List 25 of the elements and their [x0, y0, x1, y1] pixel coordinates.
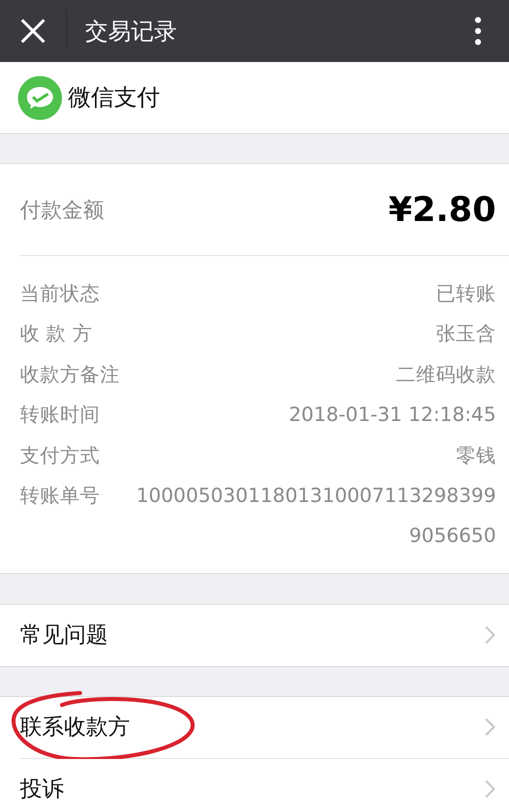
detail-value: 已转账 [436, 281, 496, 307]
detail-label: 转账时间 [20, 402, 100, 428]
detail-label: 当前状态 [20, 281, 100, 307]
wechat-pay-logo [18, 76, 62, 120]
close-icon[interactable] [20, 18, 46, 44]
chevron-right-icon [485, 718, 495, 736]
detail-value: 二维码收款 [396, 362, 496, 388]
more-icon[interactable] [474, 16, 482, 46]
chevron-right-icon [485, 626, 495, 644]
brand-name: 微信支付 [68, 84, 160, 113]
chevron-right-icon [485, 780, 495, 798]
menu-item[interactable]: 常见问题 [20, 620, 108, 650]
menu-item[interactable]: 投诉 [20, 774, 64, 802]
page-title: 交易记录 [85, 18, 178, 46]
detail-label: 收款方备注 [20, 362, 120, 388]
menu-item[interactable]: 联系收款方 [20, 712, 130, 742]
detail-value: 零钱 [456, 442, 496, 469]
detail-value: 100005030118013100071132983999056650 [135, 483, 496, 550]
detail-value: 张玉含 [436, 321, 496, 348]
detail-label: 支付方式 [20, 442, 100, 469]
detail-label: 转账单号 [20, 483, 100, 510]
amount-value: ¥2.80 [388, 190, 496, 230]
amount-label: 付款金额 [20, 196, 104, 224]
detail-label: 收 款 方 [20, 321, 92, 348]
detail-value: 2018-01-31 12:18:45 [288, 402, 496, 428]
